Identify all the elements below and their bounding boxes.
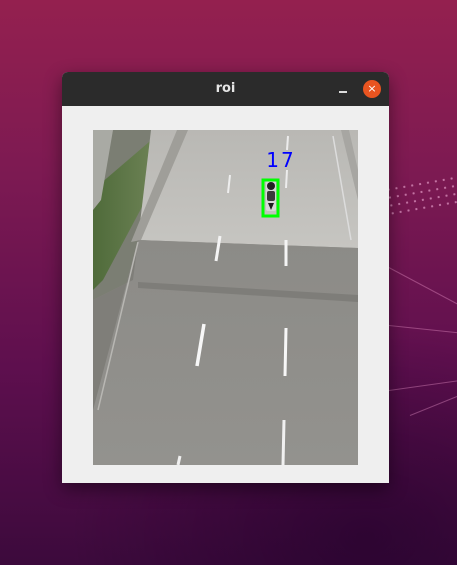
wallpaper-line bbox=[409, 392, 457, 416]
lane-mark bbox=[283, 327, 288, 377]
wallpaper-line bbox=[388, 325, 457, 335]
lane-mark bbox=[281, 419, 286, 465]
wallpaper-line bbox=[388, 378, 457, 391]
roi-frame: 17 bbox=[93, 130, 358, 465]
lane-mark bbox=[285, 169, 288, 189]
wallpaper-line bbox=[384, 265, 457, 309]
close-icon[interactable]: × bbox=[363, 80, 381, 98]
track-id-label: 17 bbox=[266, 148, 295, 172]
road-image: 17 bbox=[93, 130, 358, 465]
minimize-icon[interactable] bbox=[334, 80, 352, 98]
window-titlebar[interactable]: roi × bbox=[62, 72, 389, 106]
close-glyph: × bbox=[367, 82, 377, 95]
lane-mark bbox=[176, 455, 182, 465]
motorbike bbox=[266, 181, 276, 211]
roi-window: roi × 17 bbox=[62, 72, 389, 483]
wallpaper-dots bbox=[383, 174, 457, 216]
